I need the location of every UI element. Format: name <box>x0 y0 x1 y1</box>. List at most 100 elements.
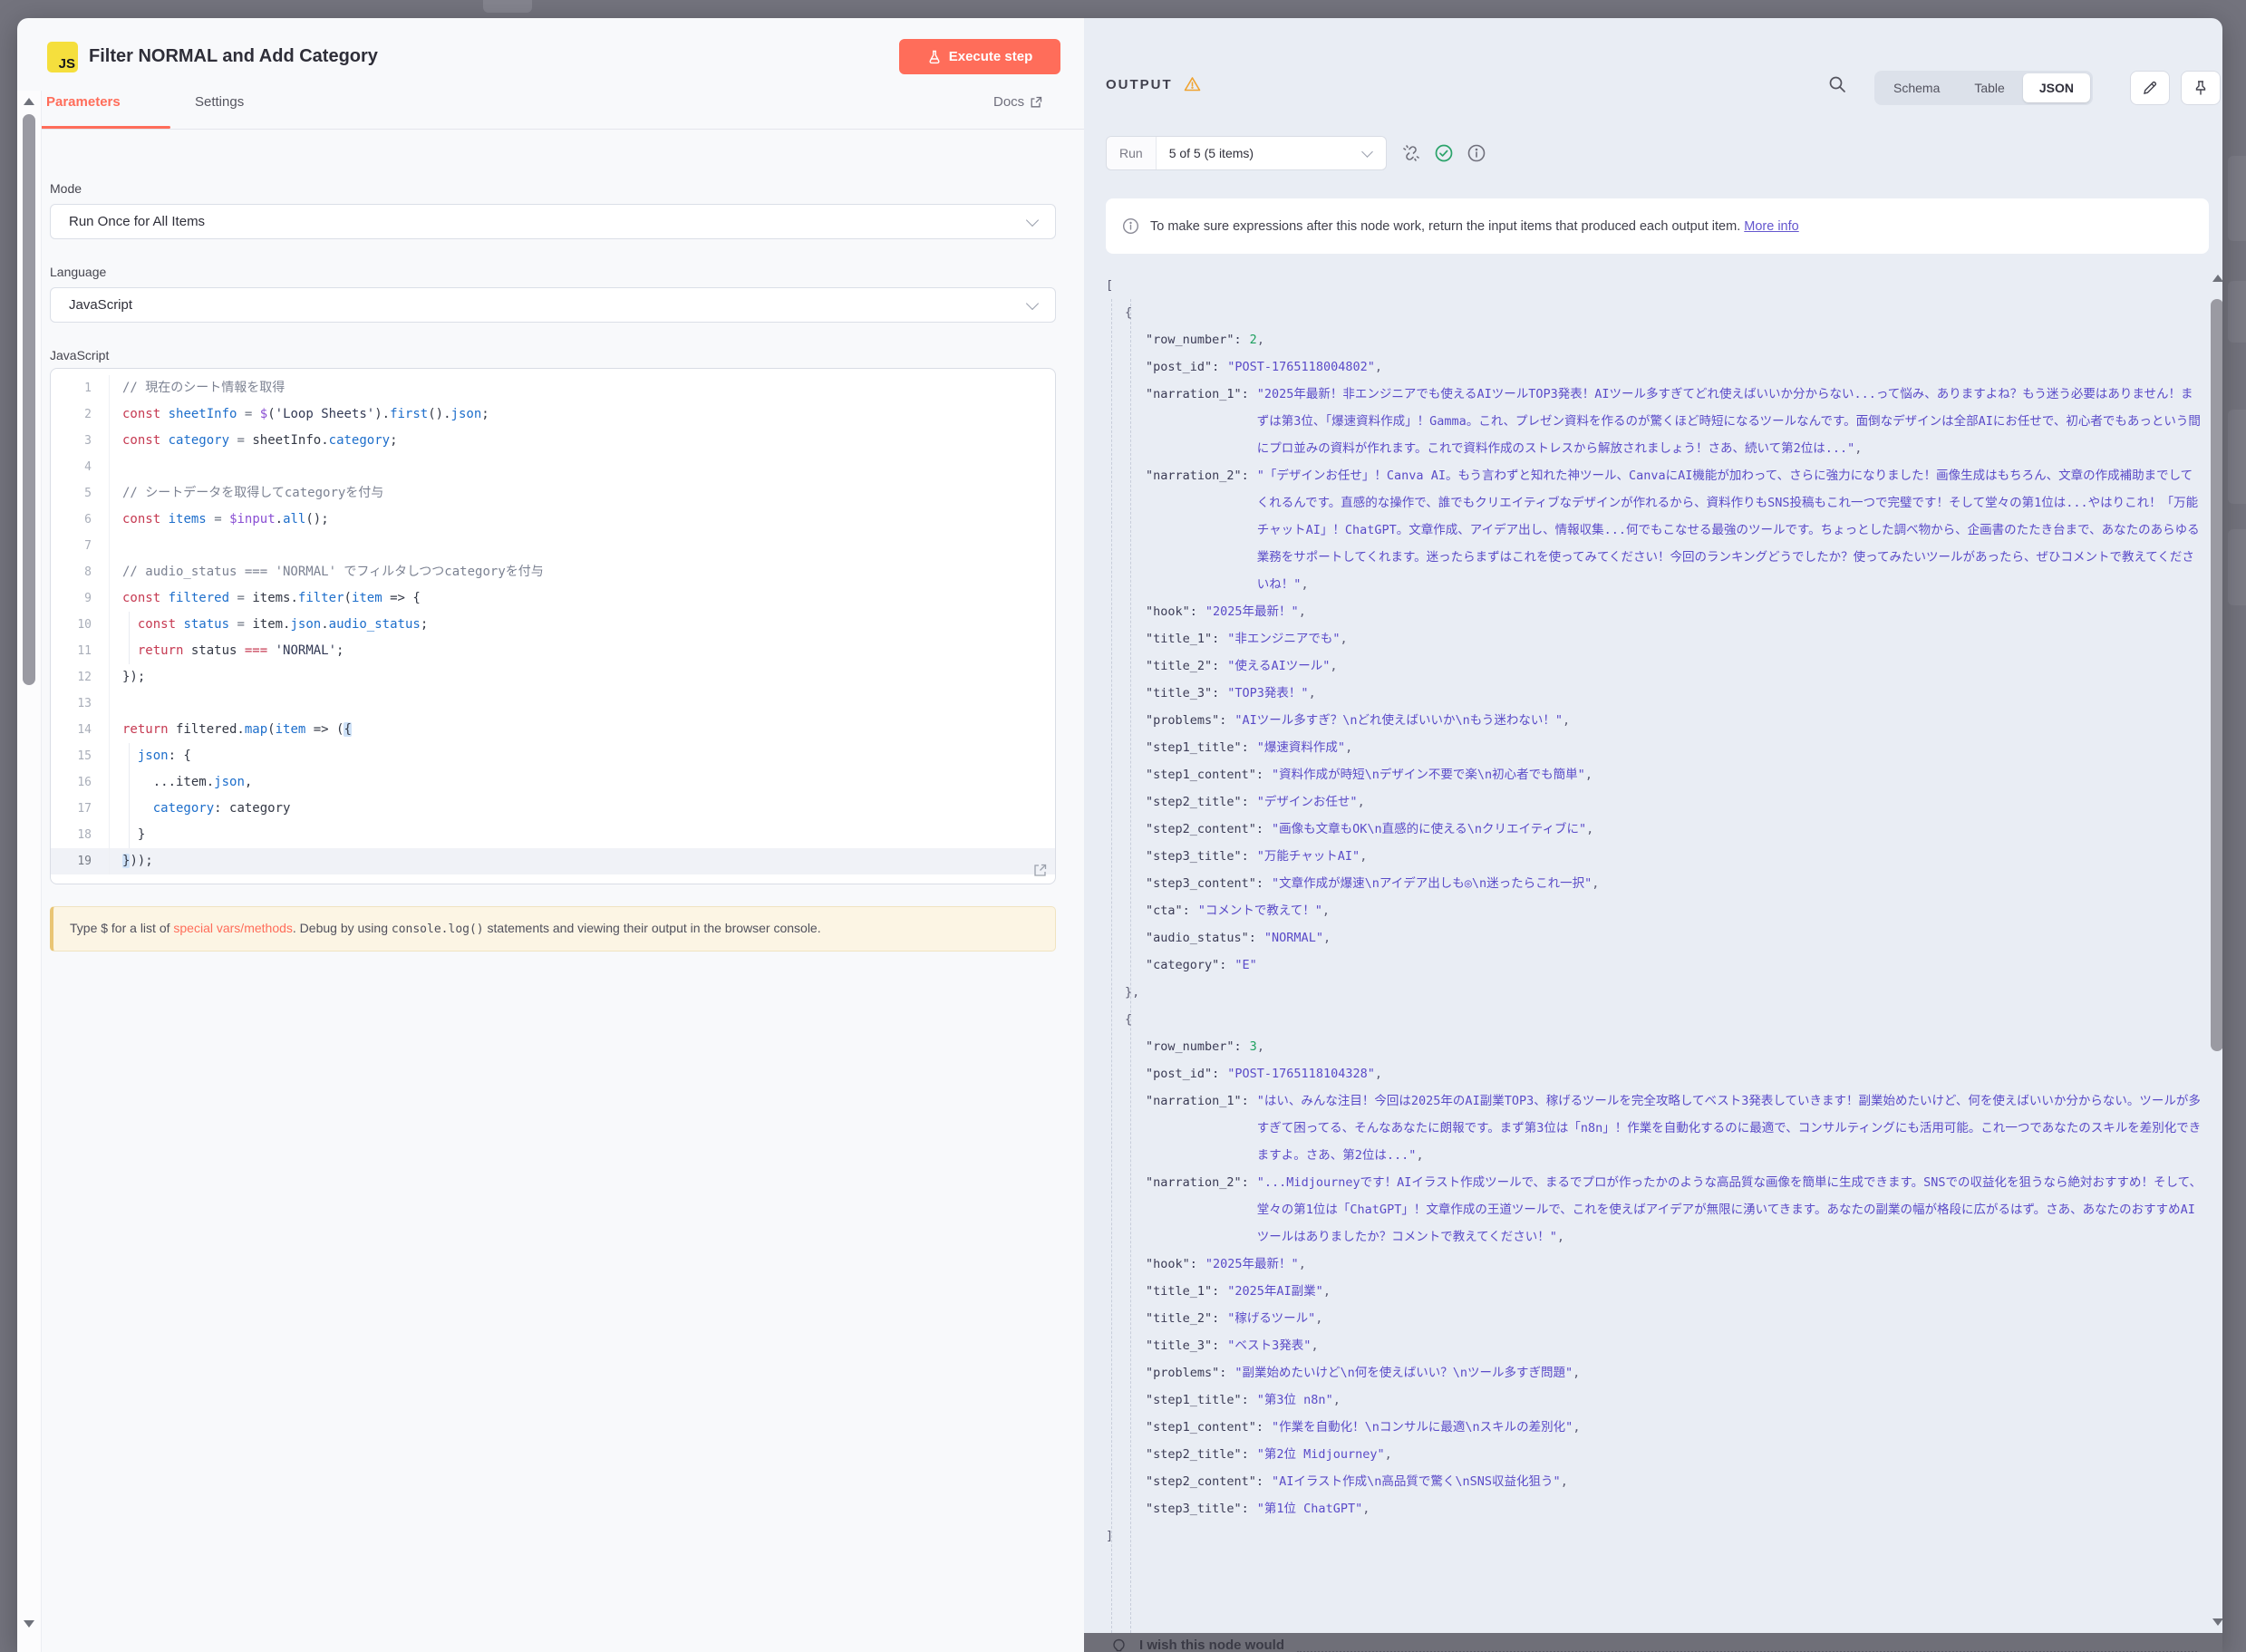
info-icon <box>1122 217 1139 235</box>
mode-value: Run Once for All Items <box>69 214 205 229</box>
hint-console-log: console.log() <box>392 923 484 936</box>
chevron-down-icon <box>1026 213 1039 226</box>
json-line: "step1_title":"爆速資料作成", <box>1106 734 2204 761</box>
node-feedback-footer[interactable]: I wish this node would <box>1084 1633 2222 1652</box>
line-number: 7 <box>51 533 109 559</box>
json-line: }, <box>1106 979 2204 1006</box>
hint-suffix: statements and viewing their output in t… <box>484 921 821 935</box>
json-line: "post_id":"POST-1765118004802", <box>1106 353 2204 381</box>
hint-mid: . Debug by using <box>293 921 392 935</box>
search-icon[interactable] <box>1827 74 1847 94</box>
code-line: 2const sheetInfo = $('Loop Sheets').firs… <box>51 401 1055 428</box>
view-json[interactable]: JSON <box>2023 73 2090 102</box>
code-line: 1// 現在のシート情報を取得 <box>51 375 1055 401</box>
scroll-up-arrow-icon[interactable] <box>2212 275 2222 282</box>
json-line: "hook":"2025年最新！", <box>1106 1251 2204 1278</box>
json-line: "cta":"コメントで教えて！", <box>1106 897 2204 924</box>
line-number: 6 <box>51 507 109 533</box>
line-number: 10 <box>51 612 109 638</box>
json-line: "hook":"2025年最新！", <box>1106 598 2204 625</box>
code-line: 17 category: category <box>51 796 1055 822</box>
output-view-switcher: Schema Table JSON <box>1874 71 2093 105</box>
line-number: 17 <box>51 796 109 822</box>
line-number: 8 <box>51 559 109 585</box>
code-editor-label: JavaScript <box>50 348 109 362</box>
json-line: "step2_title":"デザインお任せ", <box>1106 788 2204 816</box>
node-settings-pane: JS Filter NORMAL and Add Category Execut… <box>17 18 1084 1652</box>
code-line: 19})); <box>51 848 1055 874</box>
code-line: 6const items = $input.all(); <box>51 507 1055 533</box>
json-line: "problems":"AIツール多すぎ？\nどれ使えばいいか\nもう迷わない！… <box>1106 707 2204 734</box>
output-title: OUTPUT <box>1106 77 1173 92</box>
mode-select[interactable]: Run Once for All Items <box>50 204 1056 239</box>
tab-settings[interactable]: Settings <box>195 94 244 110</box>
code-line: 8// audio_status === 'NORMAL' でフィルタしつつca… <box>51 559 1055 585</box>
code-line: 10 const status = item.json.audio_status… <box>51 612 1055 638</box>
settings-scrollbar-thumb[interactable] <box>23 114 35 685</box>
expressions-info-banner: To make sure expressions after this node… <box>1106 198 2209 254</box>
json-line: "title_3":"ベスト3発表", <box>1106 1332 2204 1359</box>
output-pane: OUTPUT Schema Table JSON <box>1084 18 2222 1652</box>
tab-parameters[interactable]: Parameters <box>46 94 121 110</box>
flask-icon <box>927 50 942 64</box>
chevron-down-icon <box>1361 146 1373 158</box>
hint-prefix: Type $ for a list of <box>70 921 173 935</box>
info-circle-icon[interactable] <box>1467 143 1486 163</box>
line-number: 11 <box>51 638 109 664</box>
language-select[interactable]: JavaScript <box>50 287 1056 323</box>
run-value: 5 of 5 (5 items) <box>1157 146 1266 160</box>
output-scrollbar-thumb[interactable] <box>2211 299 2222 1051</box>
feedback-input[interactable] <box>1297 1638 2197 1652</box>
scroll-down-arrow-icon[interactable] <box>24 1620 34 1628</box>
docs-label: Docs <box>993 94 1024 110</box>
execute-step-button[interactable]: Execute step <box>899 39 1060 74</box>
json-line: "title_2":"使えるAIツール", <box>1106 652 2204 680</box>
lightbulb-icon <box>1111 1638 1127 1652</box>
json-line: "narration_1":"2025年最新！非エンジニアでも使えるAIツールT… <box>1106 381 2204 462</box>
code-line: 13 <box>51 691 1055 717</box>
docs-link[interactable]: Docs <box>993 94 1042 110</box>
chevron-down-icon <box>1026 296 1039 309</box>
language-label: Language <box>50 265 106 279</box>
warning-triangle-icon <box>1184 76 1201 92</box>
mode-label: Mode <box>50 181 82 196</box>
canvas-remnant <box>2228 281 2246 343</box>
external-link-icon <box>1030 96 1042 109</box>
code-lines: 1// 現在のシート情報を取得2const sheetInfo = $('Loo… <box>51 375 1055 874</box>
edit-output-button[interactable] <box>2130 71 2170 105</box>
line-number: 9 <box>51 585 109 612</box>
unlink-runs-icon[interactable] <box>1401 143 1421 163</box>
line-number: 1 <box>51 375 109 401</box>
special-vars-link[interactable]: special vars/methods <box>173 921 293 935</box>
node-type-js-icon: JS <box>47 42 78 72</box>
json-line: "title_1":"2025年AI副業", <box>1106 1278 2204 1305</box>
view-table[interactable]: Table <box>1958 73 2020 102</box>
json-line: "step1_title":"第3位 n8n", <box>1106 1386 2204 1414</box>
header-divider <box>17 129 1084 130</box>
json-line: "step1_content":"資料作成が時短\nデザイン不要で楽\n初心者で… <box>1106 761 2204 788</box>
json-line: "title_1":"非エンジニアでも", <box>1106 625 2204 652</box>
code-line: 11 return status === 'NORMAL'; <box>51 638 1055 664</box>
banner-message: To make sure expressions after this node… <box>1150 219 1744 234</box>
code-editor[interactable]: 1// 現在のシート情報を取得2const sheetInfo = $('Loo… <box>50 368 1056 884</box>
more-info-link[interactable]: More info <box>1744 219 1798 234</box>
json-line: "narration_2":"「デザインお任せ」！Canva AI。もう言わずと… <box>1106 462 2204 598</box>
json-line: { <box>1106 1006 2204 1033</box>
json-line: "step3_title":"万能チャットAI", <box>1106 843 2204 870</box>
view-schema[interactable]: Schema <box>1877 73 1956 102</box>
json-lines: [{"row_number":2,"post_id":"POST-1765118… <box>1106 272 2204 1550</box>
expand-editor-icon[interactable] <box>1032 863 1048 878</box>
json-line: "step2_content":"AIイラスト作成\n高品質で驚く\nSNS収益… <box>1106 1468 2204 1495</box>
pin-icon <box>2193 80 2209 96</box>
run-selector[interactable]: Run 5 of 5 (5 items) <box>1106 136 1387 170</box>
line-number: 12 <box>51 664 109 691</box>
json-output-view: [{"row_number":2,"post_id":"POST-1765118… <box>1106 272 2204 1633</box>
pin-data-button[interactable] <box>2181 71 2221 105</box>
pencil-icon <box>2142 80 2158 96</box>
scroll-up-arrow-icon[interactable] <box>24 98 34 105</box>
code-line: 3const category = sheetInfo.category; <box>51 428 1055 454</box>
scroll-down-arrow-icon[interactable] <box>2212 1618 2222 1626</box>
json-line: "post_id":"POST-1765118104328", <box>1106 1060 2204 1087</box>
line-number: 13 <box>51 691 109 717</box>
canvas-remnant <box>2228 529 2246 605</box>
